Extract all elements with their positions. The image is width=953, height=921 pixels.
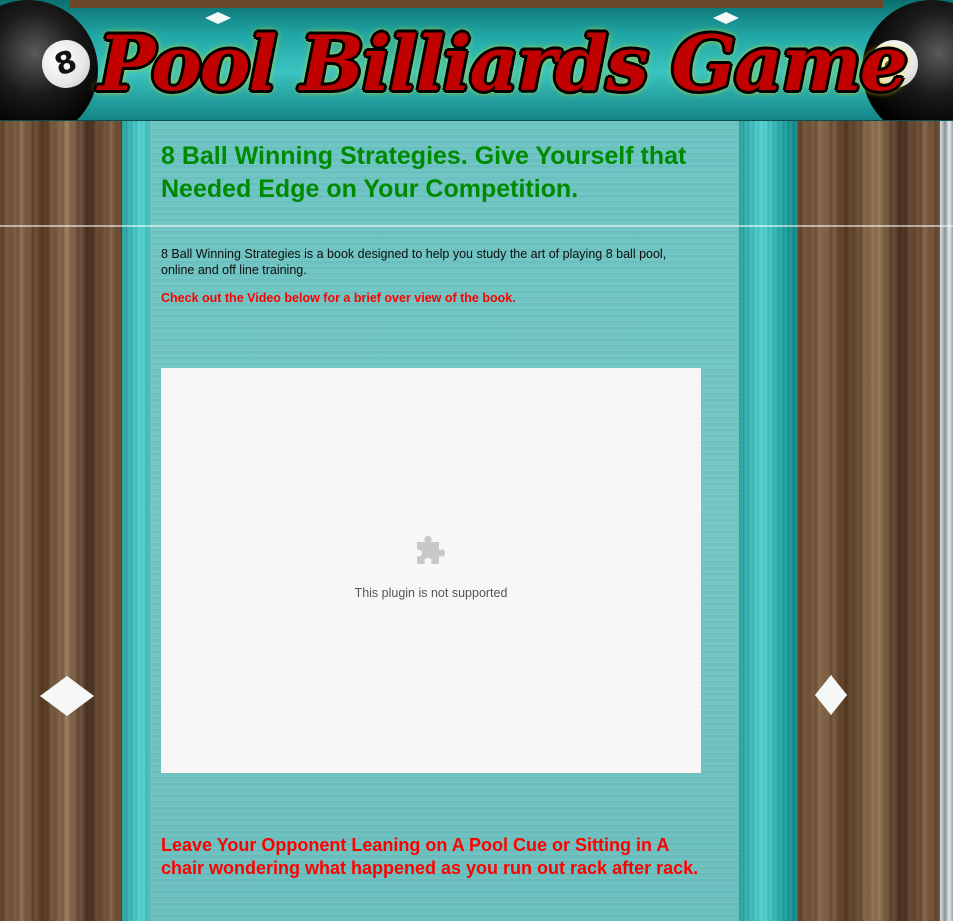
intro-paragraph: 8 Ball Winning Strategies is a book desi…: [161, 247, 667, 277]
right-wood-rail: [798, 120, 940, 921]
puzzle-piece-icon: [417, 536, 445, 564]
right-cushion: [739, 120, 798, 921]
page: 8 8 Pool Billiards Game 8 Ball Winning S…: [0, 0, 953, 921]
video-plugin-placeholder[interactable]: This plugin is not supported: [161, 368, 701, 773]
page-headline: 8 Ball Winning Strategies. Give Yourself…: [161, 142, 687, 203]
ball-number: 8: [35, 33, 97, 95]
header-wood-strip: [70, 0, 883, 8]
main-content: 8 Ball Winning Strategies. Give Yourself…: [161, 140, 701, 206]
closing-tagline: Leave Your Opponent Leaning on A Pool Cu…: [161, 835, 699, 878]
video-note: Check out the Video below for a brief ov…: [161, 291, 516, 305]
eight-ball-icon: 8: [0, 0, 98, 120]
site-header-banner: 8 8 Pool Billiards Game: [0, 0, 953, 121]
right-metal-edge: [940, 120, 953, 921]
header-band-divider: [0, 225, 953, 227]
plugin-unsupported-message: This plugin is not supported: [354, 586, 508, 600]
left-wood-rail: [0, 120, 122, 921]
site-logo[interactable]: Pool Billiards Game: [98, 8, 908, 120]
